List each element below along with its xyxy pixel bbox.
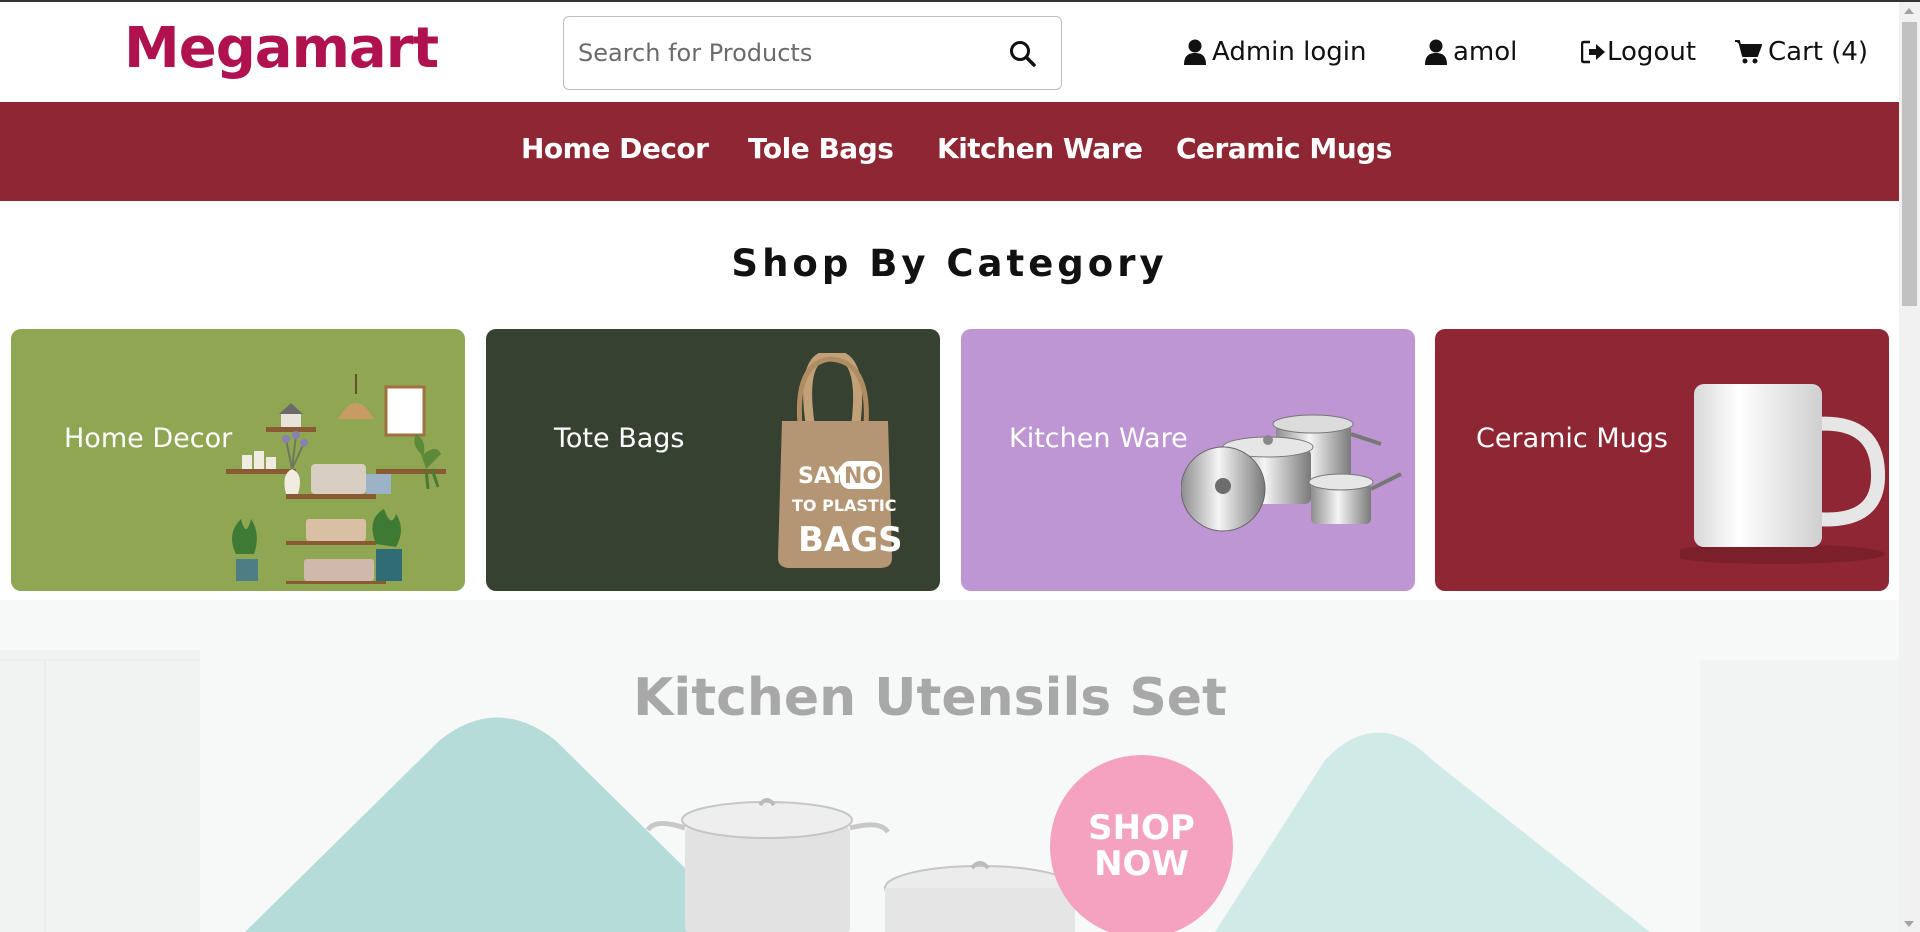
banner-background <box>0 600 1899 932</box>
shop-now-line1: SHOP <box>1088 808 1195 848</box>
category-card-label: Tote Bags <box>554 423 685 454</box>
username-label: amol <box>1453 37 1518 67</box>
search-icon[interactable] <box>1008 39 1038 69</box>
category-card-tote-bags[interactable]: Tote Bags SAY NO TO PLASTIC BAGS <box>486 329 940 591</box>
admin-login-label: Admin login <box>1212 37 1367 67</box>
nav-item-home-decor[interactable]: Home Decor <box>521 132 709 165</box>
user-account-link[interactable]: amol <box>1425 32 1517 72</box>
category-card-ceramic-mugs[interactable]: Ceramic Mugs <box>1435 329 1889 591</box>
site-header: Megamart Admin login amol Logout <box>0 2 1899 102</box>
logout-label: Logout <box>1607 37 1697 67</box>
search-input[interactable] <box>578 17 978 88</box>
logout-icon <box>1581 40 1605 64</box>
kitchen-utensils-banner: Kitchen Utensils Set SHOP NOW <box>0 600 1899 932</box>
nav-item-kitchen-ware[interactable]: Kitchen Ware <box>937 132 1143 165</box>
category-card-kitchen-ware[interactable]: Kitchen Ware <box>961 329 1415 591</box>
cart-icon <box>1735 40 1762 64</box>
category-card-home-decor[interactable]: Home Decor <box>11 329 465 591</box>
admin-login-link[interactable]: Admin login <box>1184 32 1366 72</box>
cookware-illustration <box>1181 414 1402 532</box>
category-card-label: Ceramic Mugs <box>1476 423 1668 454</box>
banner-title: Kitchen Utensils Set <box>633 668 1227 728</box>
page-scrollbar[interactable] <box>1899 2 1920 932</box>
home-decor-illustration <box>226 374 446 584</box>
category-card-label: Home Decor <box>64 423 233 454</box>
bag-text-to-plastic: TO PLASTIC <box>792 496 897 515</box>
shop-now-line2: NOW <box>1094 844 1189 884</box>
bag-text-bags: BAGS <box>798 520 900 560</box>
scrollbar-thumb[interactable] <box>1902 22 1917 306</box>
nav-item-tole-bags[interactable]: Tole Bags <box>748 132 894 165</box>
bag-text-no: NO <box>844 464 881 489</box>
mug-illustration <box>1680 384 1885 564</box>
tote-bag-illustration: SAY NO TO PLASTIC BAGS <box>778 353 900 568</box>
scroll-down-arrow-icon[interactable] <box>1904 921 1914 927</box>
shop-by-category-heading: Shop By Category <box>731 242 1168 285</box>
category-card-label: Kitchen Ware <box>1009 423 1188 454</box>
shop-now-button[interactable]: SHOP NOW <box>1050 755 1233 932</box>
category-navbar: Home Decor Tole Bags Kitchen Ware Cerami… <box>0 102 1899 201</box>
site-logo[interactable]: Megamart <box>124 16 439 81</box>
nav-item-ceramic-mugs[interactable]: Ceramic Mugs <box>1176 132 1392 165</box>
user-icon <box>1425 39 1447 65</box>
user-icon <box>1184 39 1206 65</box>
search-box <box>563 16 1062 90</box>
cart-link[interactable]: Cart (4) <box>1734 32 1868 72</box>
bag-text-say: SAY <box>798 464 846 489</box>
cart-label: Cart (4) <box>1768 37 1869 67</box>
logout-link[interactable]: Logout <box>1581 32 1696 72</box>
scroll-up-arrow-icon[interactable] <box>1904 8 1914 14</box>
